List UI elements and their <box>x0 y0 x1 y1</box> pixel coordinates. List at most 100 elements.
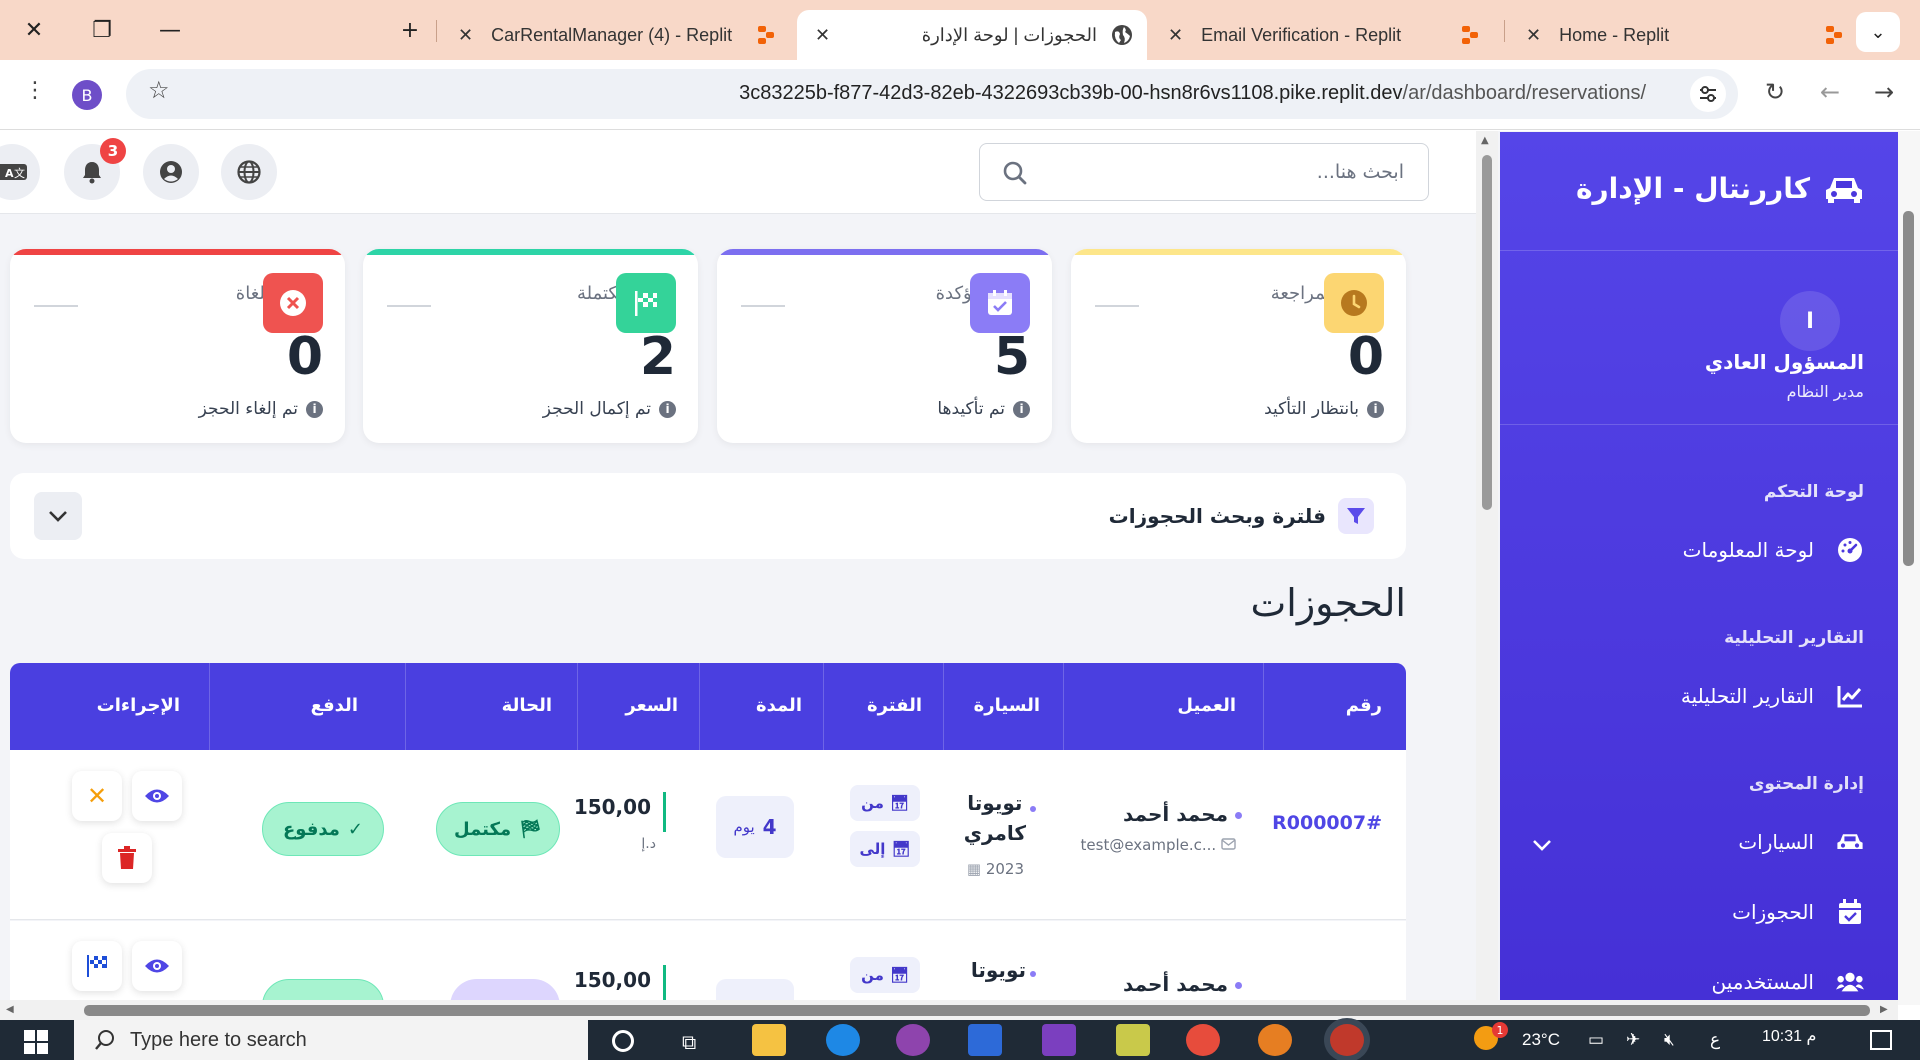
users-icon <box>1836 968 1864 996</box>
restore-window-icon[interactable]: ❐ <box>80 12 124 48</box>
card-value: 0 <box>286 327 323 387</box>
chevron-down-icon[interactable] <box>1532 832 1552 856</box>
windows-start-icon[interactable] <box>24 1030 48 1058</box>
taskbar-search[interactable]: Type here to search <box>74 1020 588 1060</box>
reservations-table: رقم العميل السيارة الفترة المدة السعر ال… <box>10 663 1406 1005</box>
chart-line-icon <box>1836 682 1864 710</box>
task-view-icon[interactable]: ⧉ <box>682 1030 696 1054</box>
back-arrow-icon[interactable]: ← <box>1820 78 1840 106</box>
tab-close-icon[interactable]: ✕ <box>1168 25 1183 46</box>
table-row: محمد أحمد تويوتا 📅︎ من 150,00 <box>10 921 1406 1005</box>
car-name: تويوتا كامري <box>963 791 1026 845</box>
page-scrollbar[interactable] <box>1898 131 1920 1005</box>
top-navbar: A文 3 ابحث هنا... <box>0 131 1476 214</box>
card-sparkline <box>1095 305 1139 307</box>
sidebar-item-cars[interactable]: السيارات <box>1738 828 1864 856</box>
tab-reservations[interactable]: ✕ الحجوزات | لوحة الإدارة <box>797 10 1147 60</box>
volume-muted-icon[interactable]: 🔇︎ <box>1664 1030 1675 1050</box>
content-scrollbar[interactable]: ▲ <box>1476 131 1498 1005</box>
chrome-icon[interactable] <box>1186 1024 1220 1056</box>
file-explorer-icon[interactable] <box>752 1024 786 1056</box>
tab-close-icon[interactable]: ✕ <box>815 25 830 46</box>
times-circle-icon <box>263 273 323 333</box>
tab-title: الحجوزات | لوحة الإدارة <box>921 24 1097 45</box>
car-name: تويوتا <box>970 958 1026 982</box>
bookmark-star-icon[interactable]: ☆ <box>148 76 170 104</box>
card-description: i بانتظار التأكيد <box>1264 399 1384 419</box>
globe-icon <box>1112 25 1132 45</box>
sidebar-item-reservations[interactable]: الحجوزات <box>1732 898 1864 926</box>
minimize-window-icon[interactable]: — <box>148 12 192 48</box>
new-tab-icon[interactable]: + <box>388 12 432 48</box>
filter-toggle-button[interactable] <box>34 492 82 540</box>
sidebar: كاررنتال - الإدارة ا المسؤول العادي مدير… <box>1500 132 1898 1000</box>
tab-carrentalmanager[interactable]: ✕ CarRentalManager (4) - Replit <box>440 10 776 60</box>
battery-icon[interactable]: ▭ <box>1588 1030 1604 1050</box>
powershell-icon[interactable] <box>968 1024 1002 1056</box>
tab-home[interactable]: ✕ Home - Replit <box>1508 10 1844 60</box>
view-button[interactable] <box>132 941 182 991</box>
stat-card-completed: مكتملة 2 i تم إكمال الحجز <box>363 249 698 443</box>
tab-email-verification[interactable]: ✕ Email Verification - Replit <box>1150 10 1480 60</box>
stat-card-cancelled: ملغاة 0 i تم إلغاء الحجز <box>10 249 345 443</box>
view-button[interactable] <box>132 771 182 821</box>
input-language[interactable]: ع <box>1710 1030 1720 1050</box>
search-icon <box>95 1030 114 1050</box>
flag-checkered-icon <box>87 955 107 977</box>
menu-dots-icon[interactable]: ⋮ <box>24 78 46 103</box>
info-icon: i <box>1013 400 1030 418</box>
chrome-active-icon[interactable] <box>1330 1024 1364 1056</box>
globe-icon <box>237 160 261 184</box>
visual-studio-icon[interactable] <box>1042 1024 1076 1056</box>
table-header: رقم العميل السيارة الفترة المدة السعر ال… <box>10 663 1406 750</box>
app-a-icon[interactable] <box>826 1024 860 1056</box>
col-header-actions: الإجراءات <box>96 695 180 716</box>
cortana-icon[interactable] <box>612 1030 634 1052</box>
chrome-profile-icon[interactable] <box>1258 1024 1292 1056</box>
filter-panel: فلترة وبحث الحجوزات <box>10 473 1406 559</box>
sidebar-item-reports[interactable]: التقارير التحليلية <box>1681 682 1864 710</box>
customer-name: محمد أحمد <box>1123 802 1228 826</box>
translate-button[interactable]: A文 <box>0 144 40 200</box>
notification-badge: 3 <box>100 138 126 164</box>
tab-close-icon[interactable]: ✕ <box>458 25 473 46</box>
horizontal-scrollbar[interactable]: ◀ ▶ <box>0 1000 1898 1020</box>
horizontal-scrollbar-thumb[interactable] <box>84 1005 1870 1016</box>
sticky-notes-icon[interactable] <box>1116 1024 1150 1056</box>
search-input[interactable]: ابحث هنا... <box>979 143 1429 201</box>
info-icon: i <box>306 400 323 418</box>
sidebar-item-users[interactable]: المستخدمين <box>1712 968 1864 996</box>
bell-icon <box>83 162 101 184</box>
url-field[interactable]: ☆ 3c83225b-f877-42d3-82eb-4322693cb39b-0… <box>126 69 1738 119</box>
reservation-id-link[interactable]: R000007# <box>1272 812 1382 834</box>
price-currency: د.إ <box>641 836 656 852</box>
profile-button[interactable] <box>143 144 199 200</box>
tab-close-icon[interactable]: ✕ <box>1526 25 1541 46</box>
svg-text:A: A <box>5 167 14 180</box>
page-title: الحجوزات <box>1250 581 1406 625</box>
cancel-button[interactable]: ✕ <box>72 771 122 821</box>
search-placeholder: ابحث هنا... <box>1316 161 1404 183</box>
language-button[interactable] <box>221 144 277 200</box>
page-scrollbar-thumb[interactable] <box>1903 211 1914 566</box>
github-icon[interactable] <box>896 1024 930 1056</box>
complete-button[interactable] <box>72 941 122 991</box>
close-window-icon[interactable]: ✕ <box>12 12 56 48</box>
sidebar-item-label: الحجوزات <box>1732 900 1814 924</box>
notification-center-icon[interactable] <box>1870 1030 1892 1050</box>
period-from: 📅︎ من <box>850 957 920 993</box>
sidebar-item-dashboard[interactable]: لوحة المعلومات <box>1683 536 1864 564</box>
svg-text:文: 文 <box>14 166 25 180</box>
clock-time[interactable]: 10:31 م <box>1762 1026 1816 1046</box>
site-settings-icon[interactable] <box>1690 76 1726 112</box>
airplane-icon[interactable]: ✈ <box>1626 1030 1640 1050</box>
content-scrollbar-thumb[interactable] <box>1482 155 1492 510</box>
col-header-payment: الدفع <box>310 695 358 716</box>
profile-avatar[interactable]: B <box>72 80 102 110</box>
reload-icon[interactable]: ↻ <box>1765 78 1785 106</box>
delete-button[interactable] <box>102 833 152 883</box>
info-icon: i <box>659 400 676 418</box>
tab-search-chevron-icon[interactable]: ⌄ <box>1856 12 1900 52</box>
sidebar-section-title: لوحة التحكم <box>1763 482 1864 502</box>
forward-arrow-icon[interactable]: → <box>1874 78 1894 106</box>
